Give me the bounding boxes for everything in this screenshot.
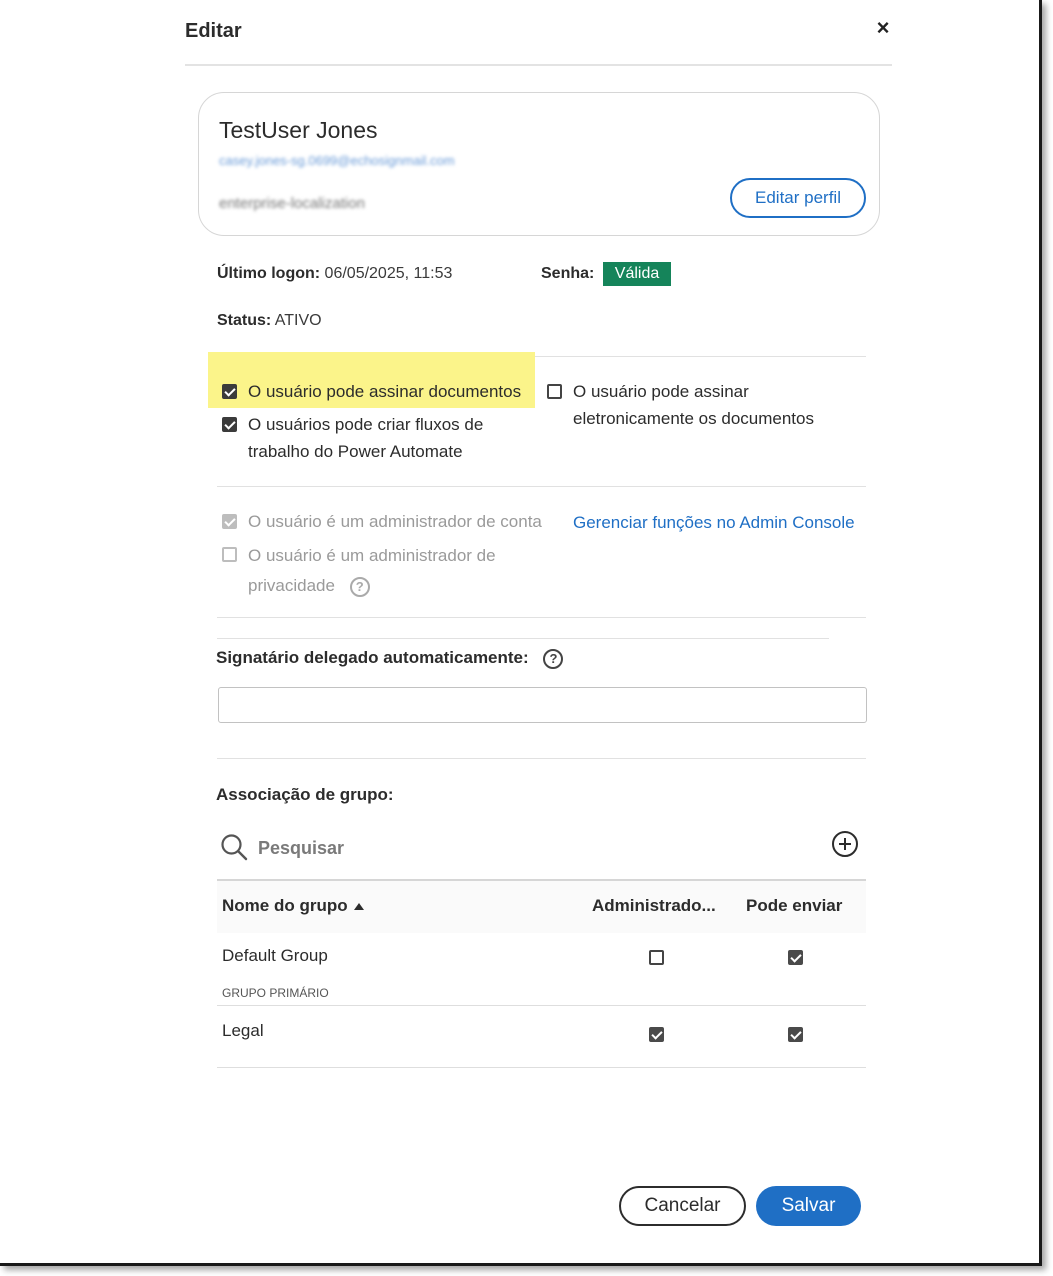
- edit-dialog: Editar × TestUser Jones casey.jones-sg.0…: [0, 0, 1042, 1266]
- sort-ascending-icon: [353, 903, 364, 911]
- group-search-input[interactable]: [258, 832, 778, 864]
- last-logon-value: 06/05/2025, 11:53: [324, 265, 453, 282]
- column-group-name-label: Nome do grupo: [222, 896, 348, 915]
- cancel-button[interactable]: Cancelar: [619, 1186, 746, 1226]
- esign-label: O usuário pode assinar eletronicamente o…: [573, 382, 814, 428]
- profile-email: casey.jones-sg.0699@echosignmail.com: [219, 153, 455, 168]
- delegate-label: Signatário delegado automaticamente: ?: [216, 648, 564, 669]
- primary-group-tag: GRUPO PRIMÁRIO: [222, 986, 329, 1000]
- checkbox-can-sign[interactable]: [222, 384, 237, 399]
- delegate-label-text: Signatário delegado automaticamente:: [216, 648, 529, 667]
- help-icon[interactable]: ?: [349, 576, 370, 597]
- column-admin[interactable]: Administrado...: [592, 896, 716, 916]
- permission-esign[interactable]: O usuário pode assinar eletronicamente o…: [547, 378, 847, 432]
- checkbox-can-send[interactable]: [788, 1027, 803, 1042]
- group-name: Legal: [222, 1021, 264, 1040]
- table-header: Nome do grupo Administrado... Pode envia…: [217, 879, 866, 933]
- edit-profile-button[interactable]: Editar perfil: [730, 178, 866, 218]
- admin-privacy: O usuário é um administrador de privacid…: [222, 541, 522, 601]
- checkbox-esign[interactable]: [547, 384, 562, 399]
- title-divider: [185, 64, 892, 66]
- last-logon: Último logon: 06/05/2025, 11:53: [217, 265, 452, 283]
- checkbox-admin[interactable]: [649, 1027, 664, 1042]
- permission-power-automate[interactable]: O usuários pode criar fluxos de trabalho…: [222, 411, 522, 465]
- status-label: Status:: [217, 312, 272, 329]
- can-sign-label: O usuário pode assinar documentos: [248, 382, 522, 401]
- close-icon[interactable]: ×: [872, 16, 894, 40]
- divider: [217, 486, 866, 487]
- delegate-input[interactable]: [218, 687, 867, 723]
- profile-name: TestUser Jones: [219, 117, 378, 143]
- last-logon-label: Último logon:: [217, 265, 321, 282]
- search-icon: [221, 834, 248, 861]
- help-icon[interactable]: ?: [543, 648, 564, 669]
- privacy-admin-label: O usuário é um administrador de privacid…: [248, 546, 496, 595]
- table-row: Default Group GRUPO PRIMÁRIO: [217, 933, 866, 1006]
- group-association-label: Associação de grupo:: [216, 785, 394, 804]
- checkbox-privacy-admin: [222, 547, 237, 562]
- account-status: Status: ATIVO: [217, 312, 322, 330]
- checkbox-can-send[interactable]: [788, 950, 803, 965]
- profile-card: TestUser Jones casey.jones-sg.0699@echos…: [198, 92, 880, 236]
- group-name: Default Group: [222, 946, 328, 965]
- group-table: Nome do grupo Administrado... Pode envia…: [217, 879, 866, 1068]
- status-value: ATIVO: [274, 312, 322, 329]
- column-group-name[interactable]: Nome do grupo: [222, 896, 364, 916]
- checkbox-admin[interactable]: [649, 950, 664, 965]
- table-row: Legal: [217, 1006, 866, 1068]
- add-circle-icon[interactable]: [831, 830, 859, 858]
- divider: [217, 617, 866, 618]
- divider: [217, 638, 829, 639]
- password-label: Senha:: [541, 265, 595, 283]
- account-admin-label: O usuário é um administrador de conta: [248, 512, 542, 531]
- checkbox-power-automate[interactable]: [222, 417, 237, 432]
- password-valid-badge: Válida: [602, 262, 672, 286]
- checkbox-account-admin: [222, 514, 237, 529]
- power-automate-label: O usuários pode criar fluxos de trabalho…: [248, 415, 484, 461]
- divider: [217, 758, 866, 759]
- column-can-send[interactable]: Pode enviar: [746, 896, 842, 916]
- admin-account: O usuário é um administrador de conta: [222, 508, 567, 535]
- permission-can-sign[interactable]: O usuário pode assinar documentos: [222, 378, 542, 405]
- manage-roles-link[interactable]: Gerenciar funções no Admin Console: [573, 509, 855, 536]
- dialog-title: Editar: [185, 20, 242, 42]
- password-status: Senha: Válida: [541, 262, 672, 286]
- profile-org: enterprise-localization: [219, 195, 365, 212]
- save-button[interactable]: Salvar: [756, 1186, 861, 1226]
